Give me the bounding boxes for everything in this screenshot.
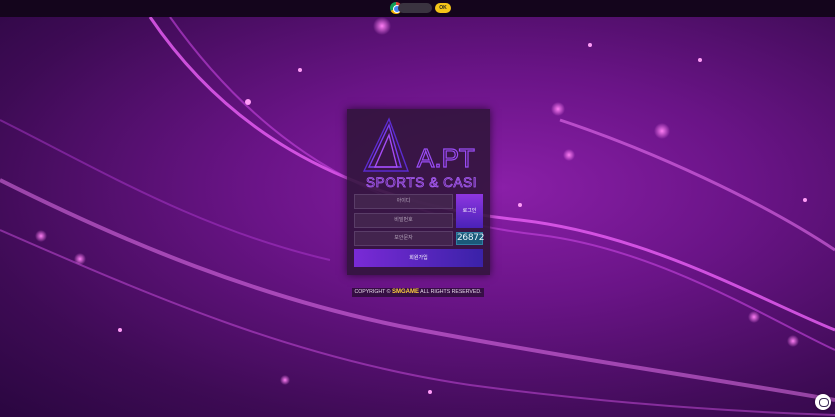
password-field[interactable]: 비밀번호 (354, 213, 453, 228)
copyright-bar: COPYRIGHT © SMGAME ALL RIGHTS RESERVED. (352, 288, 484, 297)
copyright-prefix: COPYRIGHT © (354, 289, 391, 295)
ok-button[interactable]: OK (435, 3, 451, 13)
copyright-brand: SMGAME (391, 289, 419, 295)
logo-tagline: SPORTS & CASINO (366, 175, 476, 190)
captcha-field[interactable]: 보안문자 (354, 231, 453, 246)
logo-mark-icon (362, 117, 410, 172)
captcha-code: 26872 (456, 232, 485, 245)
logo-mark-text: A.PT (417, 143, 475, 173)
copyright-suffix: ALL RIGHTS RESERVED. (420, 289, 482, 295)
site-logo: A.PT SPORTS & CASINO (361, 115, 498, 195)
login-button[interactable]: 로그인 (456, 194, 483, 228)
url-pill (398, 3, 432, 13)
top-bar: OK (0, 0, 835, 17)
username-field[interactable]: 아이디 (354, 194, 453, 209)
login-panel: A.PT SPORTS & CASINO 아이디 비밀번호 보안문자 로그인 2… (347, 109, 498, 275)
chat-icon[interactable] (815, 394, 831, 410)
signup-button[interactable]: 회원가입 (354, 249, 483, 267)
